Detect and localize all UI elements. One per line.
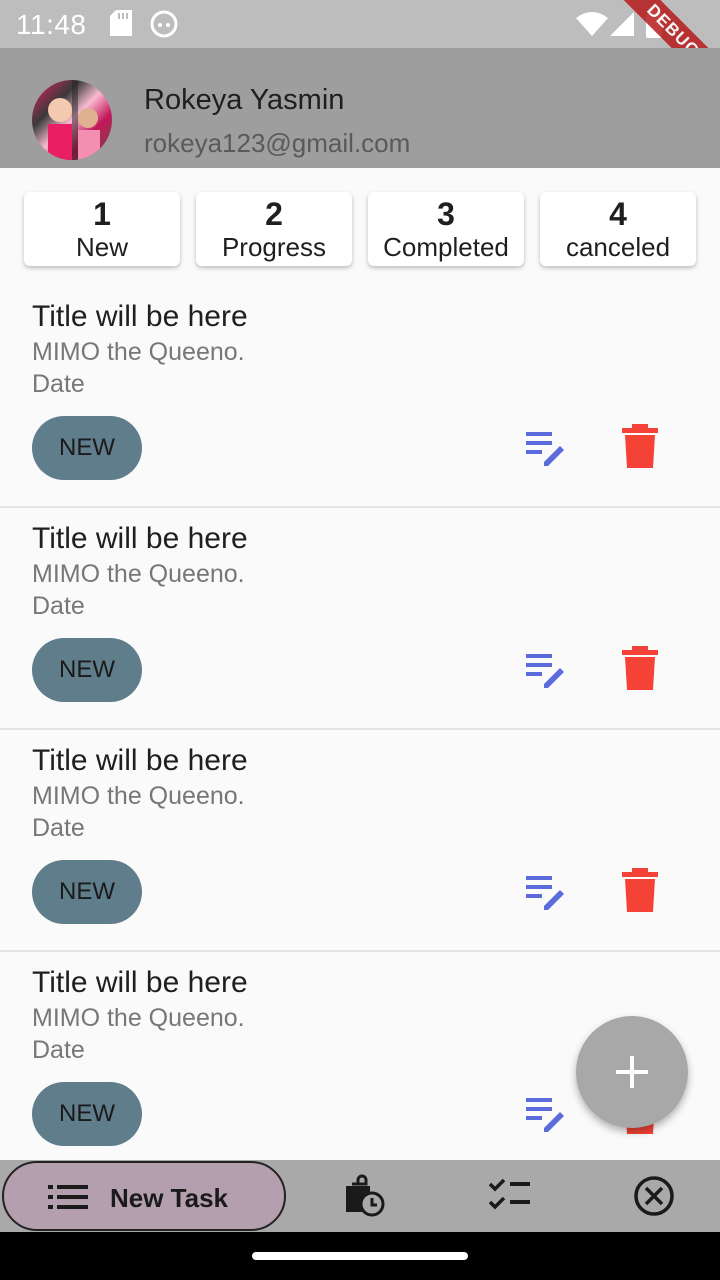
wifi-icon (576, 12, 608, 36)
edit-note-icon[interactable] (520, 428, 568, 468)
nav-new-task[interactable]: New Task (2, 1161, 286, 1231)
user-email: rokeya123@gmail.com (144, 128, 411, 158)
task-description: MIMO the Queeno. (32, 782, 245, 810)
summary-count: 3 (437, 196, 455, 232)
task-date: Date (32, 592, 85, 620)
profile-header[interactable]: Rokeya Yasmin rokeya123@gmail.com (0, 48, 720, 168)
task-title: Title will be here (32, 300, 248, 333)
task-item: Title will be here MIMO the Queeno. Date… (0, 286, 720, 508)
summary-count: 1 (93, 196, 111, 232)
summary-card-completed: 3 Completed (368, 192, 524, 266)
task-summary: 1 New 2 Progress 3 Completed 4 canceled (24, 192, 696, 266)
summary-label: New (75, 232, 128, 262)
edit-note-icon[interactable] (520, 872, 568, 912)
plus-icon (616, 1056, 648, 1088)
list-icon (48, 1185, 88, 1209)
summary-count: 2 (265, 196, 283, 232)
summary-card-canceled: 4 canceled (540, 192, 696, 266)
user-avatar[interactable] (32, 80, 112, 160)
cell-signal-icon (610, 12, 634, 36)
task-item: Title will be here MIMO the Queeno. Date… (0, 730, 720, 952)
edit-note-icon[interactable] (520, 650, 568, 690)
edit-note-icon[interactable] (520, 1094, 568, 1134)
nav-new-task-label: New Task (110, 1183, 229, 1213)
summary-card-new: 1 New (24, 192, 180, 266)
system-nav-bar (0, 1232, 720, 1280)
task-description: MIMO the Queeno. (32, 1004, 245, 1032)
delete-icon[interactable] (620, 868, 660, 912)
delete-icon[interactable] (620, 424, 660, 468)
add-task-fab[interactable] (576, 1016, 688, 1128)
task-description: MIMO the Queeno. (32, 338, 245, 366)
task-date: Date (32, 814, 85, 842)
status-chip: NEW (32, 416, 142, 480)
cancel-circle-icon[interactable] (632, 1174, 676, 1218)
summary-label: canceled (565, 232, 671, 262)
task-title: Title will be here (32, 522, 248, 555)
summary-card-progress: 2 Progress (196, 192, 352, 266)
progress-bag-icon[interactable] (342, 1174, 386, 1218)
summary-label: Progress (221, 232, 327, 262)
status-time: 11:48 (16, 9, 87, 40)
delete-icon[interactable] (620, 646, 660, 690)
android-face-icon (150, 10, 178, 38)
checklist-icon[interactable] (488, 1174, 532, 1218)
home-gesture-handle[interactable] (252, 1252, 468, 1260)
task-description: MIMO the Queeno. (32, 560, 245, 588)
summary-label: Completed (383, 232, 509, 262)
task-title: Title will be here (32, 744, 248, 777)
bottom-nav: New Task (0, 1160, 720, 1232)
status-chip: NEW (32, 860, 142, 924)
task-date: Date (32, 1036, 85, 1064)
summary-count: 4 (609, 196, 627, 232)
task-date: Date (32, 370, 85, 398)
status-bar: 11:48 DEBUG (0, 0, 720, 101)
status-chip: NEW (32, 638, 142, 702)
status-chip: NEW (32, 1082, 142, 1146)
task-title: Title will be here (32, 966, 248, 999)
user-name: Rokeya Yasmin (144, 84, 345, 116)
task-item: Title will be here MIMO the Queeno. Date… (0, 508, 720, 730)
sd-card-icon (110, 10, 132, 36)
